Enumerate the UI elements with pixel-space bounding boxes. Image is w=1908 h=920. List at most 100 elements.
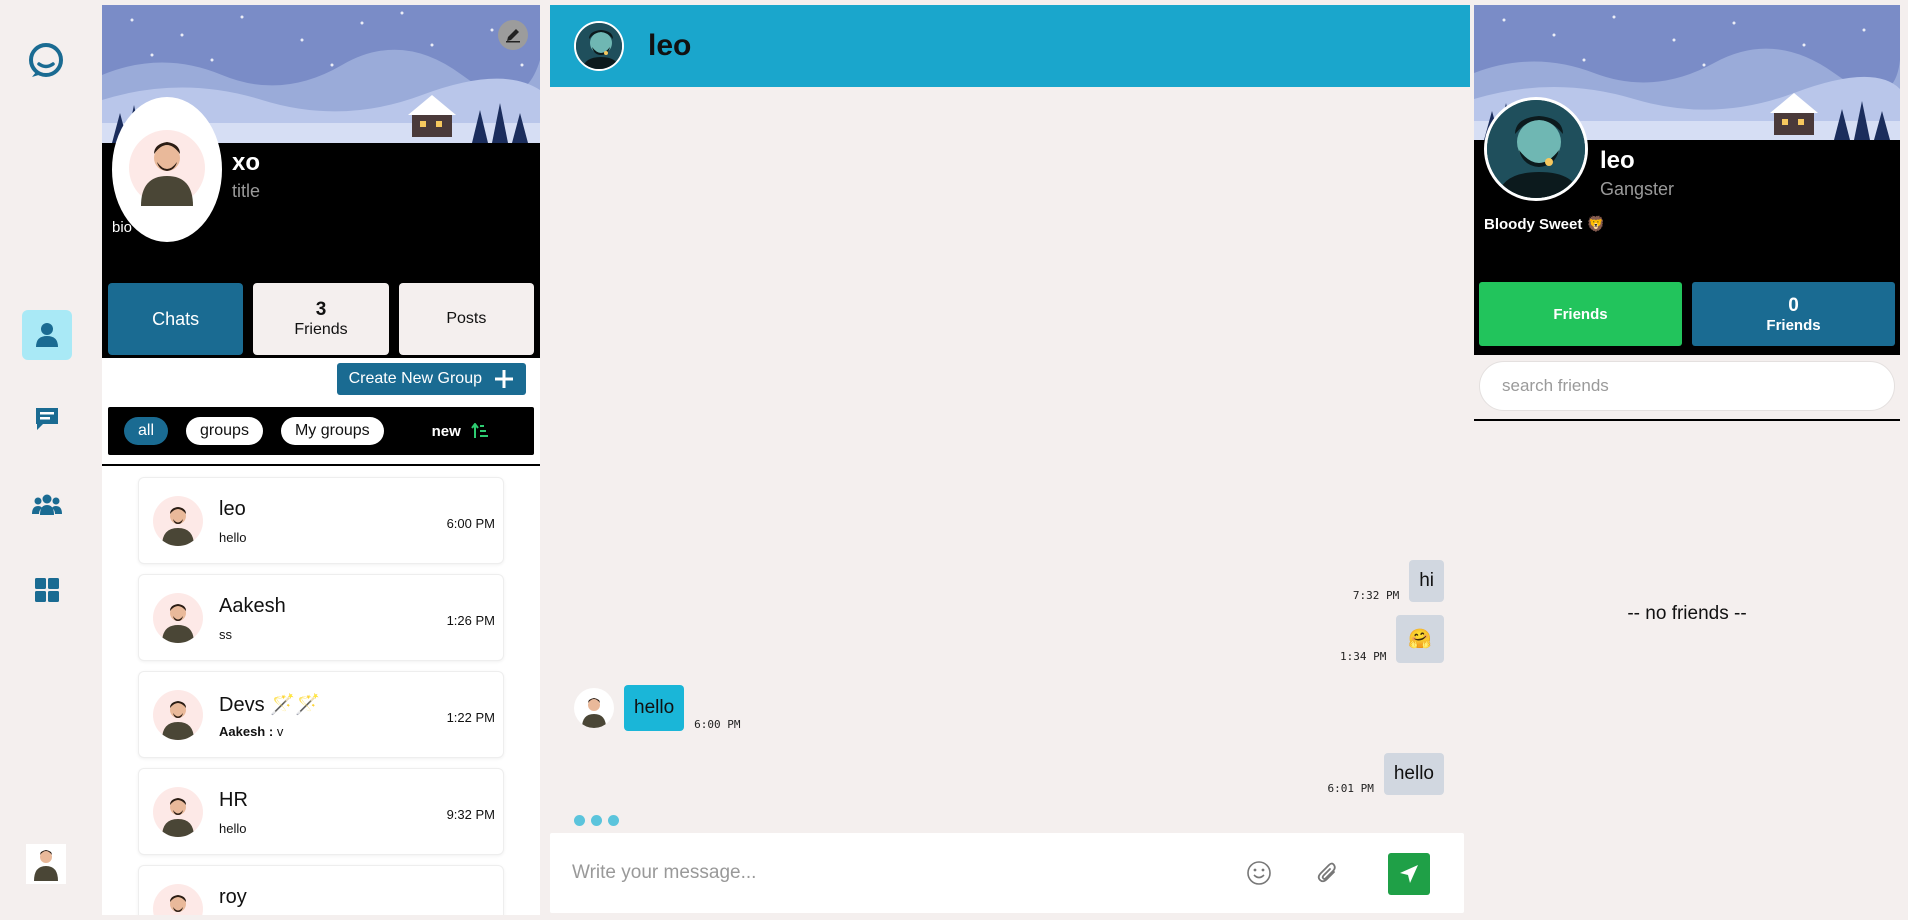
tab-chats-label: Chats [152, 308, 200, 329]
conversation-avatar[interactable] [574, 21, 624, 71]
chat-list-item[interactable]: Devs 🪄🪄 Aakesh : v 1:22 PM [138, 671, 504, 758]
divider [102, 464, 540, 466]
friend-avatar[interactable] [1484, 97, 1588, 201]
message-time: 7:32 PM [1352, 589, 1400, 602]
friend-friends-tab[interactable]: 0 Friends [1692, 282, 1895, 346]
sort-ascending-icon [471, 423, 488, 438]
attachment-icon[interactable] [1313, 858, 1343, 888]
profile-title: title [232, 181, 261, 201]
emoji-icon[interactable] [1244, 858, 1274, 888]
nav-profile-button[interactable] [22, 310, 72, 360]
tab-chats[interactable]: Chats [108, 283, 244, 355]
sort-label: new [431, 422, 461, 440]
send-button[interactable] [1388, 853, 1430, 895]
avatar [153, 884, 203, 915]
chat-last-text: v [276, 724, 284, 739]
chat-name: leo [219, 498, 246, 520]
tab-friends-label: Friends [294, 321, 348, 339]
conversation-panel: leo 7:32 PM hi 1:34 PM 🤗 hello 6:00 PM 6… [550, 5, 1470, 915]
chat-name: roy [219, 886, 247, 908]
friend-title: Gangster [1600, 179, 1675, 199]
friend-name: leo [1600, 147, 1635, 174]
chat-last-message: Aakesh : v [219, 724, 283, 739]
friends-button-label: Friends [1553, 305, 1608, 323]
group-icon [32, 494, 62, 515]
message-input[interactable] [572, 853, 1212, 893]
chat-last-message: hello [219, 821, 247, 836]
friend-tabs: Friends 0 Friends [1479, 282, 1895, 346]
create-group-label: Create New Group [348, 370, 482, 387]
edit-profile-button[interactable] [498, 20, 528, 50]
current-user-avatar[interactable] [26, 844, 66, 884]
user-icon [36, 323, 58, 347]
friends-button[interactable]: Friends [1479, 282, 1682, 346]
message-outgoing: 7:32 PM hi [1353, 560, 1444, 602]
message-time: 6:00 PM [694, 718, 741, 731]
chat-filters: all groups My groups new [108, 407, 534, 455]
message-bubble: hello [1383, 753, 1444, 795]
message-outgoing: 1:34 PM 🤗 [1340, 615, 1444, 663]
chat-name: Aakesh [219, 595, 286, 617]
filter-my-groups[interactable]: My groups [280, 417, 384, 445]
message-time: 6:01 PM [1327, 782, 1374, 795]
avatar [153, 593, 203, 643]
chat-time: 9:32 PM [446, 807, 495, 822]
divider [1474, 419, 1900, 421]
dashboard-icon [35, 578, 59, 602]
chat-name: HR [219, 789, 248, 811]
empty-friends-message: -- no friends -- [1627, 603, 1747, 624]
avatar [153, 496, 203, 546]
message-bubble: hello [624, 685, 685, 731]
profile-bio: bio [112, 219, 133, 236]
message-bubble: 🤗 [1396, 615, 1444, 663]
nav-dashboard-button[interactable] [22, 565, 72, 615]
message-icon [36, 408, 58, 430]
chat-list-item[interactable]: roy [138, 865, 504, 915]
message-outgoing: 6:01 PM hello [1327, 753, 1444, 795]
chat-list-item[interactable]: leo hello 6:00 PM [138, 477, 504, 564]
conversation-header: leo [550, 5, 1470, 87]
chat-last-message: hello [219, 530, 247, 545]
chat-name: Devs 🪄🪄 [219, 694, 320, 716]
avatar [153, 690, 203, 740]
pencil-icon [506, 29, 520, 43]
profile-tabs: Chats 3 Friends Posts [102, 283, 540, 355]
chat-list: leo hello 6:00 PM Aakesh ss 1:26 PM Devs… [138, 477, 504, 915]
chat-list-item[interactable]: HR hello 9:32 PM [138, 768, 504, 855]
message-composer [550, 833, 1464, 913]
chat-last-sender: Aakesh : [219, 724, 277, 739]
message-bubble: hi [1409, 560, 1444, 602]
typing-indicator [574, 815, 619, 826]
filter-groups[interactable]: groups [186, 417, 263, 445]
chat-time: 6:00 PM [446, 516, 495, 531]
nav-rail [0, 0, 97, 920]
avatar [153, 787, 203, 837]
avatar [574, 688, 614, 728]
friend-bio: Bloody Sweet 🦁 [1484, 216, 1606, 233]
plus-icon [495, 370, 513, 388]
friend-friends-count: 0 [1788, 294, 1799, 316]
conversation-title: leo [648, 29, 692, 62]
tab-posts[interactable]: Posts [398, 283, 534, 355]
send-icon [1400, 865, 1418, 883]
nav-groups-button[interactable] [22, 480, 72, 530]
friend-friends-label: Friends [1766, 316, 1821, 334]
nav-messages-button[interactable] [22, 394, 72, 444]
chat-time: 1:26 PM [446, 613, 495, 628]
sort-toggle[interactable]: new [432, 423, 489, 440]
profile-panel: xo title bio Chats 3 Friends Posts Creat… [102, 5, 540, 915]
chat-time: 1:22 PM [446, 710, 495, 725]
friends-count: 3 [315, 298, 327, 320]
search-friends-input[interactable] [1480, 362, 1894, 410]
profile-name: xo [232, 149, 261, 176]
tab-friends[interactable]: 3 Friends [253, 283, 389, 355]
chat-list-item[interactable]: Aakesh ss 1:26 PM [138, 574, 504, 661]
chat-last-message: ss [219, 627, 232, 642]
filter-all[interactable]: all [124, 417, 169, 445]
chat-bubble-logo-icon[interactable] [26, 40, 66, 80]
create-group-button[interactable]: Create New Group [336, 363, 526, 395]
message-incoming: hello 6:00 PM [574, 685, 741, 731]
friend-search [1479, 361, 1895, 411]
message-time: 1:34 PM [1339, 650, 1387, 663]
friend-profile-panel: leo Gangster Bloody Sweet 🦁 Friends 0 Fr… [1474, 5, 1900, 915]
